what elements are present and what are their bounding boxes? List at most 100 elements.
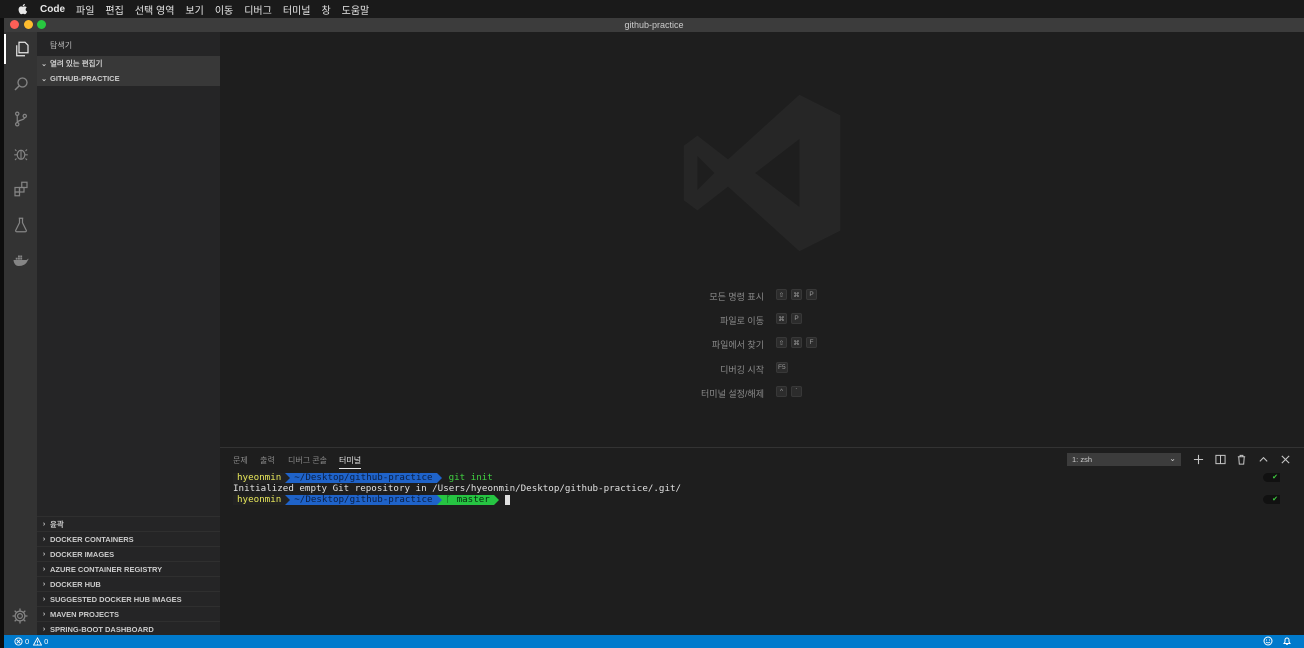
hint-label: 파일로 이동 — [720, 316, 764, 326]
chevron-right-icon: › — [42, 625, 46, 633]
key-cap: ⇧ — [776, 289, 787, 300]
source-control-icon[interactable] — [4, 104, 37, 134]
hint-go-to-file: 파일로 이동 ⌘ P — [220, 313, 1304, 327]
section-outline[interactable]: › 윤곽 — [37, 516, 220, 531]
trash-icon[interactable] — [1235, 453, 1247, 465]
close-panel-icon[interactable] — [1279, 453, 1291, 465]
search-icon[interactable] — [4, 69, 37, 99]
tab-terminal[interactable]: 터미널 — [339, 455, 362, 469]
chevron-right-icon: › — [42, 520, 46, 528]
hint-find-in-files: 파일에서 찾기 ⇧ ⌘ F — [220, 337, 1304, 351]
chevron-down-icon: ⌄ — [41, 60, 47, 68]
prompt-git-branch: ᚴ master — [441, 494, 494, 505]
explorer-icon[interactable] — [4, 34, 37, 64]
bottom-panel: 문제 출력 디버그 콘솔 터미널 1: zsh ⌄ hyeonmin ~/Des… — [220, 447, 1304, 635]
maximize-panel-icon[interactable] — [1257, 453, 1269, 465]
extensions-icon[interactable] — [4, 174, 37, 204]
vscode-logo-watermark — [683, 94, 841, 252]
apple-icon[interactable] — [16, 3, 30, 15]
key-cap: ` — [791, 386, 802, 397]
close-window-button[interactable] — [10, 20, 19, 29]
error-count: 0 — [25, 637, 30, 646]
terminal-line: hyeonmin ~/Desktop/github-practice git i… — [233, 472, 493, 483]
section-maven-projects[interactable]: › MAVEN PROJECTS — [37, 606, 220, 621]
section-label: 열려 있는 편집기 — [50, 59, 103, 68]
key-cap: ⌘ — [791, 337, 802, 348]
hint-label: 터미널 설정/해제 — [701, 389, 764, 399]
split-terminal-icon[interactable] — [1214, 453, 1226, 465]
notification-bell-icon[interactable] — [1282, 636, 1292, 648]
key-cap: ⌘ — [776, 313, 787, 324]
maximize-window-button[interactable] — [37, 20, 46, 29]
menu-file[interactable]: 파일 — [76, 2, 94, 17]
feedback-smiley-icon[interactable] — [1263, 636, 1273, 648]
hint-show-all-commands: 모든 명령 표시 ⇧ ⌘ P — [220, 289, 1304, 303]
debug-icon[interactable] — [4, 139, 37, 169]
section-label: DOCKER CONTAINERS — [50, 534, 134, 544]
window-title-bar: github-practice — [4, 18, 1304, 32]
rprompt-status: ✔ — [1263, 473, 1280, 482]
section-spring-boot[interactable]: › SPRING-BOOT DASHBOARD — [37, 621, 220, 636]
section-docker-images[interactable]: › DOCKER IMAGES — [37, 546, 220, 561]
section-label: GITHUB-PRACTICE — [50, 74, 120, 83]
terminal-cursor[interactable] — [504, 494, 510, 505]
chevron-right-icon: › — [42, 550, 46, 558]
chevron-down-icon: ⌄ — [1169, 454, 1176, 463]
gear-icon[interactable] — [11, 607, 29, 625]
test-flask-icon[interactable] — [4, 210, 37, 240]
menu-window[interactable]: 창 — [321, 2, 330, 17]
editor-area: 모든 명령 표시 ⇧ ⌘ P 파일로 이동 ⌘ P 파일에서 찾기 ⇧ ⌘ F … — [220, 32, 1304, 447]
warning-count: 0 — [44, 637, 49, 646]
section-label: DOCKER HUB — [50, 579, 101, 589]
menu-terminal[interactable]: 터미널 — [283, 2, 311, 17]
chevron-right-icon: › — [42, 565, 46, 573]
add-terminal-icon[interactable] — [1192, 453, 1204, 465]
terminal-line: Initialized empty Git repository in /Use… — [233, 483, 681, 494]
key-cap: P — [791, 313, 802, 324]
tab-output[interactable]: 출력 — [260, 455, 275, 466]
terminal-line: hyeonmin ~/Desktop/github-practice ᚴ mas… — [233, 494, 510, 505]
menu-go[interactable]: 이동 — [215, 2, 233, 17]
activity-bar — [4, 32, 37, 635]
section-project[interactable]: ⌄ GITHUB-PRACTICE — [37, 71, 220, 86]
prompt-separator — [493, 494, 499, 505]
prompt-separator — [436, 472, 442, 483]
section-open-editors[interactable]: ⌄ 열려 있는 편집기 — [37, 56, 220, 71]
key-cap: F — [806, 337, 817, 348]
sidebar-title: 탐색기 — [50, 41, 73, 50]
terminal-select-value: 1: zsh — [1072, 455, 1093, 464]
section-docker-hub[interactable]: › DOCKER HUB — [37, 576, 220, 591]
rprompt-status: ✔ — [1263, 495, 1280, 504]
section-docker-containers[interactable]: › DOCKER CONTAINERS — [37, 531, 220, 546]
menu-help[interactable]: 도움말 — [342, 2, 370, 17]
terminal-command: git init — [448, 472, 493, 483]
section-label: 윤곽 — [50, 519, 64, 529]
section-label: SPRING-BOOT DASHBOARD — [50, 624, 154, 634]
tab-problems[interactable]: 문제 — [233, 455, 248, 466]
prompt-dir: ~/Desktop/github-practice — [290, 494, 437, 505]
hint-label: 모든 명령 표시 — [709, 292, 764, 302]
tab-debug-console[interactable]: 디버그 콘솔 — [288, 455, 327, 466]
section-azure-registry[interactable]: › AZURE CONTAINER REGISTRY — [37, 561, 220, 576]
menu-edit[interactable]: 편집 — [105, 2, 123, 17]
mac-menu-bar: Code 파일 편집 선택 영역 보기 이동 디버그 터미널 창 도움말 — [0, 0, 1304, 18]
terminal-select[interactable]: 1: zsh ⌄ — [1067, 453, 1181, 466]
explorer-sidebar: 탐색기 ⌄ 열려 있는 편집기 ⌄ GITHUB-PRACTICE › 윤곽 ›… — [37, 32, 220, 635]
docker-icon[interactable] — [4, 245, 37, 275]
key-cap: ⇧ — [776, 337, 787, 348]
menu-selection[interactable]: 선택 영역 — [135, 2, 175, 17]
terminal-output: Initialized empty Git repository in /Use… — [233, 483, 682, 494]
minimize-window-button[interactable] — [24, 20, 33, 29]
problems-indicator[interactable]: 0 0 — [14, 637, 48, 646]
menu-app-code[interactable]: Code — [40, 4, 65, 15]
hint-start-debugging: 디버깅 시작 F5 — [220, 362, 1304, 376]
key-cap: F5 — [776, 362, 788, 373]
status-bar: 0 0 — [4, 635, 1304, 648]
hint-toggle-terminal: 터미널 설정/해제 ^ ` — [220, 386, 1304, 400]
section-suggested-images[interactable]: › SUGGESTED DOCKER HUB IMAGES — [37, 591, 220, 606]
prompt-user: hyeonmin — [233, 494, 286, 505]
prompt-dir: ~/Desktop/github-practice — [290, 472, 437, 483]
key-cap: P — [806, 289, 817, 300]
menu-view[interactable]: 보기 — [185, 2, 203, 17]
menu-debug[interactable]: 디버그 — [244, 2, 272, 17]
